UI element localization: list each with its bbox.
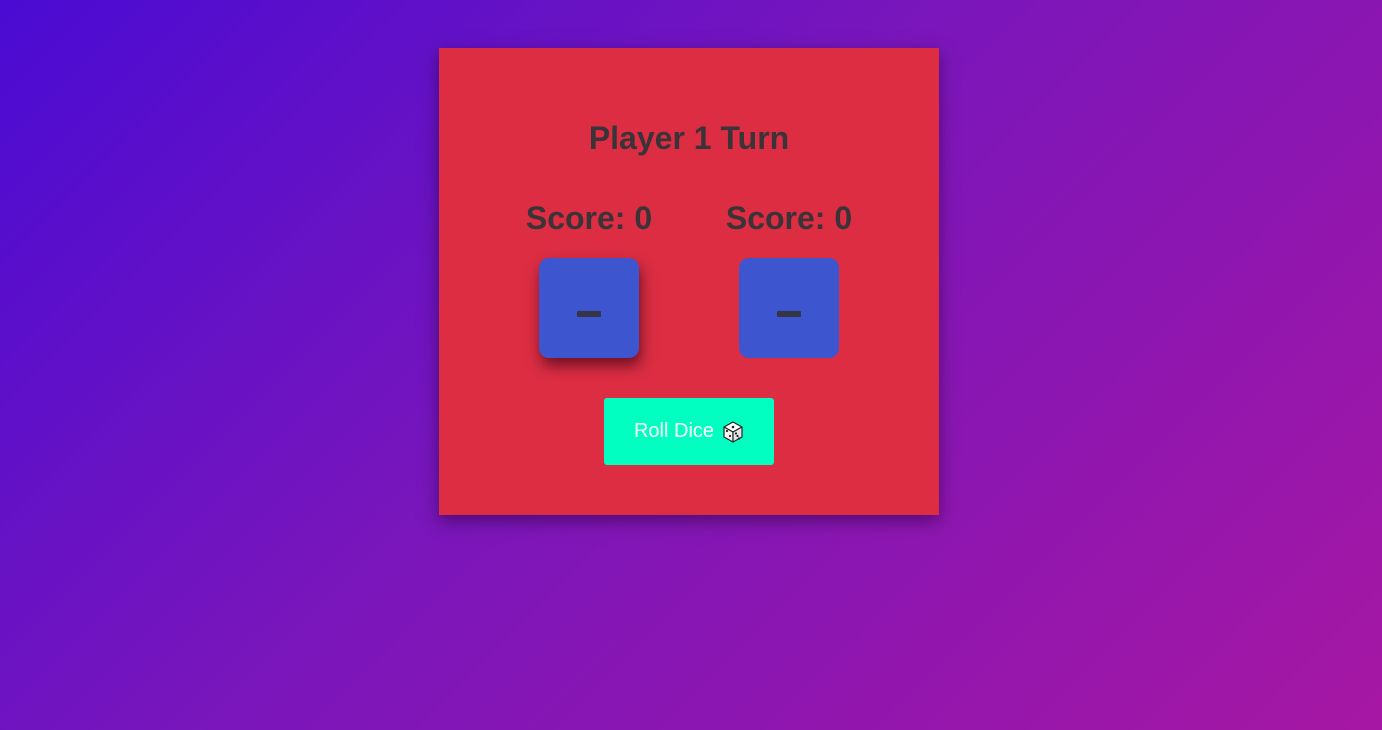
turn-indicator: Player 1 Turn xyxy=(588,120,790,156)
player-2-panel: Score: 0 xyxy=(689,198,889,358)
die-empty-dash xyxy=(577,311,601,317)
die-empty-dash xyxy=(777,311,801,317)
player-1-panel: Score: 0 xyxy=(489,198,689,358)
game-card: Player 1 Turn Score: 0 Score: 0 Roll Dic… xyxy=(439,48,939,515)
player-1-die xyxy=(539,258,639,358)
player-2-die xyxy=(739,258,839,358)
roll-dice-button[interactable]: Roll Dice xyxy=(604,398,774,465)
dice-icon xyxy=(722,420,744,443)
player-2-score: Score: 0 xyxy=(725,200,853,236)
roll-dice-label: Roll Dice xyxy=(633,420,715,442)
player-1-score: Score: 0 xyxy=(525,200,653,236)
